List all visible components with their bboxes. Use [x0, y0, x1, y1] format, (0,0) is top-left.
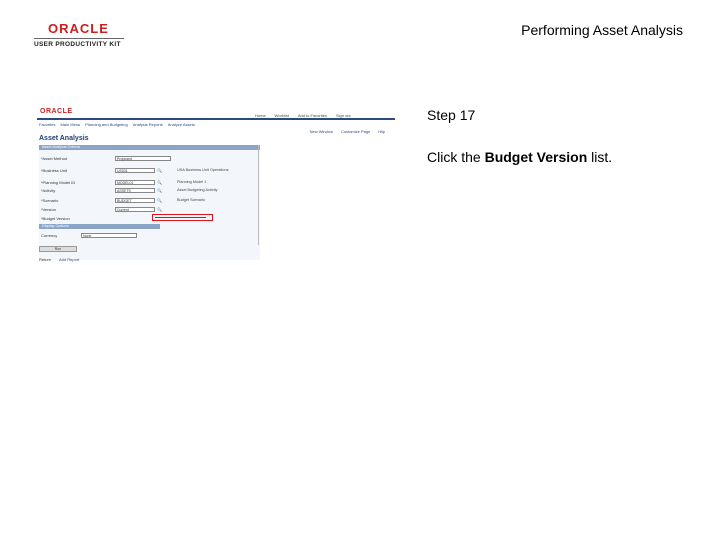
- screenshot-footer: Return Add Report: [39, 257, 79, 262]
- field-label: *Scenario: [41, 198, 59, 203]
- oracle-upk-logo: ORACLE USER PRODUCTIVITY KIT: [34, 22, 124, 48]
- step-instruction: Click the Budget Version list.: [427, 149, 612, 165]
- highlight-marker: [155, 217, 206, 218]
- version-field[interactable]: Current: [115, 207, 155, 212]
- step-number: Step 17: [427, 107, 476, 123]
- screenshot-header-bar: [37, 118, 395, 120]
- display-options-header: Display Options: [39, 224, 160, 229]
- logo-subtext: USER PRODUCTIVITY KIT: [34, 41, 121, 48]
- lookup-icon[interactable]: 🔍: [157, 179, 162, 186]
- lookup-icon[interactable]: 🔍: [157, 206, 162, 213]
- lookup-icon[interactable]: 🔍: [157, 187, 162, 194]
- embedded-screenshot: ORACLE Home Worklist Add to Favorites Si…: [37, 105, 397, 265]
- scenario-field[interactable]: BUDGET: [115, 198, 155, 203]
- field-label: *Version: [41, 207, 56, 212]
- instruction-suffix: list.: [591, 149, 613, 165]
- field-description: Asset Budgeting Activity: [177, 188, 218, 192]
- field-label: *Activity: [41, 188, 56, 193]
- new-window-link[interactable]: New Window: [310, 129, 333, 134]
- breadcrumb-item[interactable]: Analysis Reports: [133, 122, 163, 127]
- return-link[interactable]: Return: [39, 257, 51, 262]
- field-label: *Business Unit: [41, 168, 68, 173]
- activity-field[interactable]: ASSETS: [115, 188, 155, 193]
- instruction-target: Budget Version: [484, 149, 588, 165]
- breadcrumb-item[interactable]: Analyze Assets: [168, 122, 195, 127]
- document-title: Performing Asset Analysis: [521, 22, 683, 38]
- panel-divider: [258, 145, 259, 245]
- asset-method-select[interactable]: Proposed: [115, 156, 171, 161]
- field-label: *Planning Model ID: [41, 180, 76, 185]
- lookup-icon[interactable]: 🔍: [157, 197, 162, 204]
- logo-divider: [34, 38, 124, 39]
- oracle-logo-text: ORACLE: [48, 21, 109, 36]
- page-utility-links: New Window Customize Page http: [310, 129, 385, 134]
- field-label: *Budget Version: [41, 216, 70, 221]
- http-link[interactable]: http: [378, 129, 385, 134]
- instruction-prefix: Click the: [427, 149, 481, 165]
- planning-model-field[interactable]: MODEL01: [115, 180, 155, 185]
- customize-page-link[interactable]: Customize Page: [341, 129, 370, 134]
- field-description: USA Business Unit Operations: [177, 168, 229, 172]
- breadcrumb-item[interactable]: Favorites: [39, 122, 55, 127]
- field-description: Budget Scenario: [177, 198, 206, 202]
- run-button[interactable]: Run: [39, 246, 77, 252]
- budget-version-list[interactable]: [152, 214, 213, 221]
- add-report-link[interactable]: Add Report: [59, 257, 79, 262]
- currency-select[interactable]: None: [81, 233, 137, 238]
- breadcrumb-item[interactable]: Main Menu: [60, 122, 80, 127]
- screenshot-oracle-logo: ORACLE: [40, 108, 73, 115]
- business-unit-field[interactable]: US001: [115, 168, 155, 173]
- lookup-icon[interactable]: 🔍: [157, 167, 162, 174]
- breadcrumb: Favorites Main Menu Planning and Budgeti…: [39, 122, 195, 127]
- breadcrumb-item[interactable]: Planning and Budgeting: [85, 122, 127, 127]
- field-label: *Asset Method: [41, 156, 68, 161]
- field-description: Planning Model 1: [177, 180, 207, 184]
- page-title: Asset Analysis: [39, 135, 89, 142]
